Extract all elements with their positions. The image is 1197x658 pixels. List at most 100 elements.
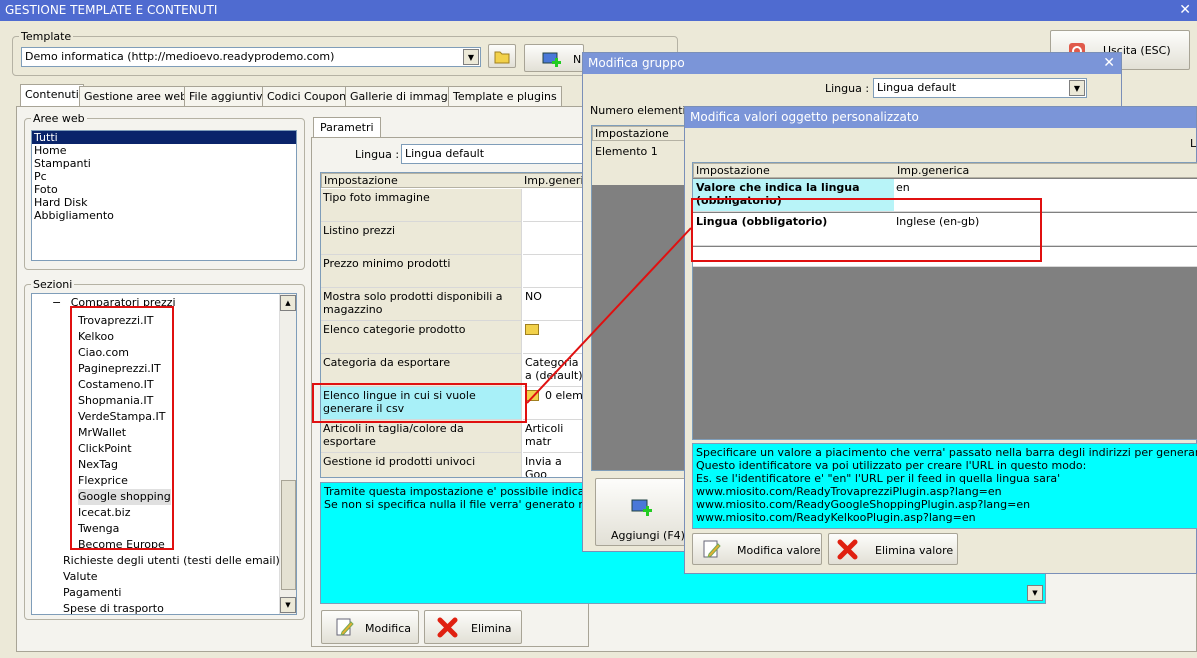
list-item[interactable]: Home	[32, 144, 296, 157]
template-select[interactable]: Demo informatica (http://medioevo.readyp…	[21, 47, 481, 67]
aggiungi-button[interactable]: Aggiungi (F4)	[595, 478, 691, 546]
folder-icon	[494, 51, 510, 64]
tab-file-aggiuntivi[interactable]: File aggiuntivi	[184, 86, 271, 106]
gruppo-titlebar: Modifica gruppo ✕	[583, 53, 1121, 74]
modifica-valore-label: Modifica valore	[737, 544, 821, 557]
valori-description: Specificare un valore a piacimento che v…	[692, 443, 1197, 529]
highlight-box-comparatori	[70, 306, 174, 550]
scrollbar-thumb[interactable]	[281, 480, 296, 590]
tree-item[interactable]: Richieste degli utenti (testi delle emai…	[63, 553, 280, 569]
list-item[interactable]: Hard Disk	[32, 196, 296, 209]
scroll-up-icon[interactable]: ▲	[280, 295, 296, 311]
tree-item[interactable]: Spese di trasporto	[63, 601, 280, 614]
scrollbar[interactable]: ▲ ▼	[279, 294, 296, 614]
list-item[interactable]: Foto	[32, 183, 296, 196]
grid-header-impostazione: Impostazione	[324, 174, 398, 187]
desc-line: Questo identificatore va poi utilizzato …	[696, 459, 1087, 472]
elimina-button[interactable]: Elimina	[424, 610, 522, 644]
aree-web-label: Aree web	[31, 112, 87, 125]
grid-cell-value[interactable]: Invia a Goo prodotti (de	[523, 453, 587, 477]
tree-item[interactable]: Valute	[63, 569, 280, 585]
lingua-select[interactable]: Lingua default	[401, 144, 591, 164]
gruppo-element-row[interactable]: Elemento 1	[592, 141, 690, 185]
modifica-label: Modifica	[365, 622, 411, 635]
folder-icon[interactable]	[525, 390, 539, 401]
collapse-icon[interactable]: −	[52, 296, 61, 309]
grid-cell-value[interactable]	[523, 255, 587, 288]
grid-cell-value[interactable]	[523, 189, 587, 222]
grid-cell-name: Gestione id prodotti univoci	[321, 453, 522, 477]
gruppo-lingua-select[interactable]: Lingua default ▼	[873, 78, 1087, 98]
grid-cell-name: Listino prezzi	[321, 222, 522, 255]
valori-titlebar: Modifica valori oggetto personalizzato	[685, 107, 1196, 128]
delete-icon	[837, 539, 858, 560]
new-template-button[interactable]: N	[524, 44, 584, 72]
grid-cell-value[interactable]: Articoli matr	[523, 420, 587, 453]
grid-cell-value[interactable]	[523, 222, 587, 255]
grid-cell-value[interactable]: Categoria a (default)	[523, 354, 587, 387]
grid-cell-name: Articoli in taglia/colore da esportare	[321, 420, 522, 453]
tab-contenuti[interactable]: Contenuti	[20, 84, 84, 106]
tab-codici-coupon[interactable]: Codici Coupon	[262, 86, 352, 106]
desc-line: www.miosito.com/ReadyGoogleShoppingPlugi…	[696, 498, 1031, 511]
scroll-down-icon[interactable]: ▼	[280, 597, 296, 613]
gruppo-element-label: Elemento 1	[595, 145, 658, 158]
valori-grid-header: Impostazione Imp.generica	[693, 163, 1197, 178]
sezioni-more: Richieste degli utenti (testi delle emai…	[63, 553, 280, 614]
tab-template-plugins[interactable]: Template e plugins	[448, 86, 562, 106]
add-icon	[542, 52, 561, 67]
list-item[interactable]: Abbigliamento	[32, 209, 296, 222]
param-grid: Impostazione Imp.generica Tipo foto imma…	[320, 172, 588, 478]
template-value: Demo informatica (http://medioevo.readyp…	[25, 50, 335, 63]
aggiungi-label: Aggiungi (F4)	[611, 529, 685, 542]
close-icon[interactable]: ✕	[1179, 2, 1191, 18]
desc-line: Specificare un valore a piacimento che v…	[696, 446, 1197, 459]
chevron-down-icon[interactable]: ▼	[463, 49, 479, 65]
numero-elementi: Numero elementi : 1	[590, 104, 688, 117]
close-icon[interactable]: ✕	[1103, 55, 1115, 71]
list-item[interactable]: Pc	[32, 170, 296, 183]
add-icon	[631, 499, 652, 516]
valori-title: Modifica valori oggetto personalizzato	[690, 110, 919, 124]
gruppo-grid-header: Impostazione	[592, 126, 690, 141]
grid-header: Impostazione Imp.generica	[321, 173, 587, 188]
gruppo-grid: Impostazione Elemento 1	[591, 125, 691, 471]
template-label: Template	[19, 30, 74, 43]
desc-line: www.miosito.com/ReadyKelkooPlugin.asp?la…	[696, 511, 976, 524]
grid-header-impgenerica: Imp.generica	[524, 174, 587, 187]
grid-cell-name: Mostra solo prodotti disponibili a magaz…	[321, 288, 522, 321]
grid-cell-name: Elenco categorie prodotto	[321, 321, 522, 354]
delete-icon	[437, 617, 458, 638]
aree-web-list: Tutti Home Stampanti Pc Foto Hard Disk A…	[31, 130, 297, 261]
edit-icon	[336, 618, 354, 636]
grid-cell-name: Prezzo minimo prodotti	[321, 255, 522, 288]
chevron-down-icon[interactable]: ▼	[1069, 80, 1085, 96]
list-item[interactable]: Stampanti	[32, 157, 296, 170]
elimina-valore-button[interactable]: Elimina valore	[828, 533, 958, 565]
grid-cell-value[interactable]: NO	[523, 288, 587, 321]
elimina-valore-label: Elimina valore	[875, 544, 954, 557]
gruppo-lingua-value: Lingua default	[877, 81, 957, 94]
chevron-down-icon[interactable]: ▼	[1027, 585, 1043, 601]
tree-item[interactable]: Pagamenti	[63, 585, 280, 601]
valori-header-impgenerica: Imp.generica	[897, 164, 970, 177]
gruppo-title: Modifica gruppo	[588, 56, 685, 70]
list-item[interactable]: Tutti	[32, 131, 296, 144]
valori-header-impostazione: Impostazione	[696, 164, 770, 177]
modifica-valore-button[interactable]: Modifica valore	[692, 533, 822, 565]
folder-icon[interactable]	[525, 324, 539, 335]
highlight-box-lingua	[691, 198, 1042, 262]
tab-gestione-aree-web[interactable]: Gestione aree web	[79, 86, 193, 106]
gruppo-lingua-label: Lingua :	[825, 82, 870, 95]
edit-icon	[703, 540, 721, 558]
desc-line: Es. se l'identificatore e' "en" l'URL pe…	[696, 472, 1061, 485]
lingua-label: Lingua :	[355, 148, 400, 161]
elimina-label: Elimina	[471, 622, 512, 635]
new-template-label: N	[573, 53, 582, 66]
valori-dialog: Modifica valori oggetto personalizzato L…	[684, 106, 1197, 574]
main-title: GESTIONE TEMPLATE E CONTENUTI	[5, 3, 218, 17]
parametri-tab[interactable]: Parametri	[313, 117, 381, 137]
valori-row-value[interactable]: en	[896, 181, 910, 194]
modifica-button[interactable]: Modifica	[321, 610, 419, 644]
open-folder-button[interactable]	[488, 44, 516, 68]
